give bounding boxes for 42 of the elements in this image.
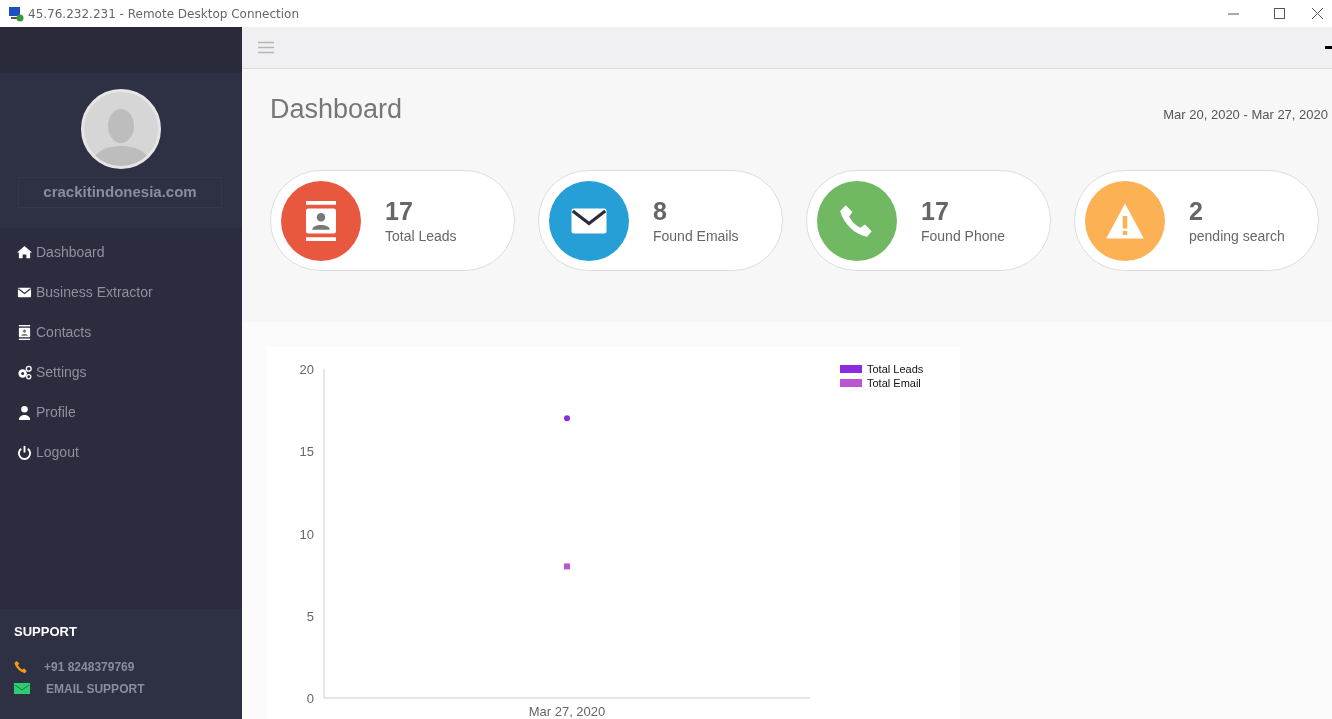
y-tick-label: 5 (306, 608, 314, 624)
support-phone: +91 8248379769 (44, 658, 135, 676)
stat-value: 17 (921, 198, 950, 226)
y-tick-label: 10 (299, 526, 314, 542)
email-support-link[interactable]: EMAIL SUPPORT (46, 679, 145, 698)
stat-label: Found Phone (921, 226, 1006, 246)
stat-value: 8 (653, 198, 668, 226)
sidebar-item[interactable]: Settings (0, 352, 242, 392)
sidebar-item[interactable]: Contacts (0, 312, 242, 352)
sidebar-item[interactable]: Profile (0, 392, 242, 432)
sidebar-item[interactable]: Business Extractor (0, 272, 242, 312)
home-icon (17, 244, 32, 260)
y-tick-label: 15 (299, 444, 314, 460)
stat-value: 2 (1189, 198, 1204, 226)
sidebar-item[interactable]: Dashboard (0, 232, 242, 272)
date-range: Mar 20, 2020 - Mar 27, 2020 (1163, 105, 1328, 124)
stat-label: Total Leads (385, 226, 457, 246)
close-icon (1311, 8, 1323, 19)
phone-icon (14, 659, 28, 674)
data-point (564, 415, 570, 422)
y-tick-label: 20 (299, 362, 314, 377)
x-tick-label: Mar 27, 2020 (528, 704, 606, 719)
gears-icon (17, 364, 32, 380)
envelope-icon (14, 683, 30, 694)
app-icon (8, 5, 24, 22)
y-tick-label: 0 (306, 691, 314, 706)
legend-label: Total Leads (867, 363, 924, 375)
data-point (564, 563, 570, 570)
power-icon (17, 444, 32, 460)
user-icon (17, 404, 32, 420)
stat-value: 17 (385, 198, 414, 226)
maximize-icon (1273, 8, 1285, 19)
sidebar-item[interactable]: Logout (0, 432, 242, 472)
page-title: Dashboard (270, 92, 403, 126)
dash-icon (1325, 45, 1332, 49)
support-heading: SUPPORT (14, 623, 78, 641)
contact-card-icon (17, 324, 32, 340)
username: crackitindonesia.com (18, 177, 222, 208)
stat-label: pending search (1189, 226, 1285, 246)
window-title: 45.76.232.231 - Remote Desktop Connection (28, 5, 300, 23)
stat-label: Found Emails (653, 226, 739, 246)
legend-label: Total Email (867, 377, 921, 389)
